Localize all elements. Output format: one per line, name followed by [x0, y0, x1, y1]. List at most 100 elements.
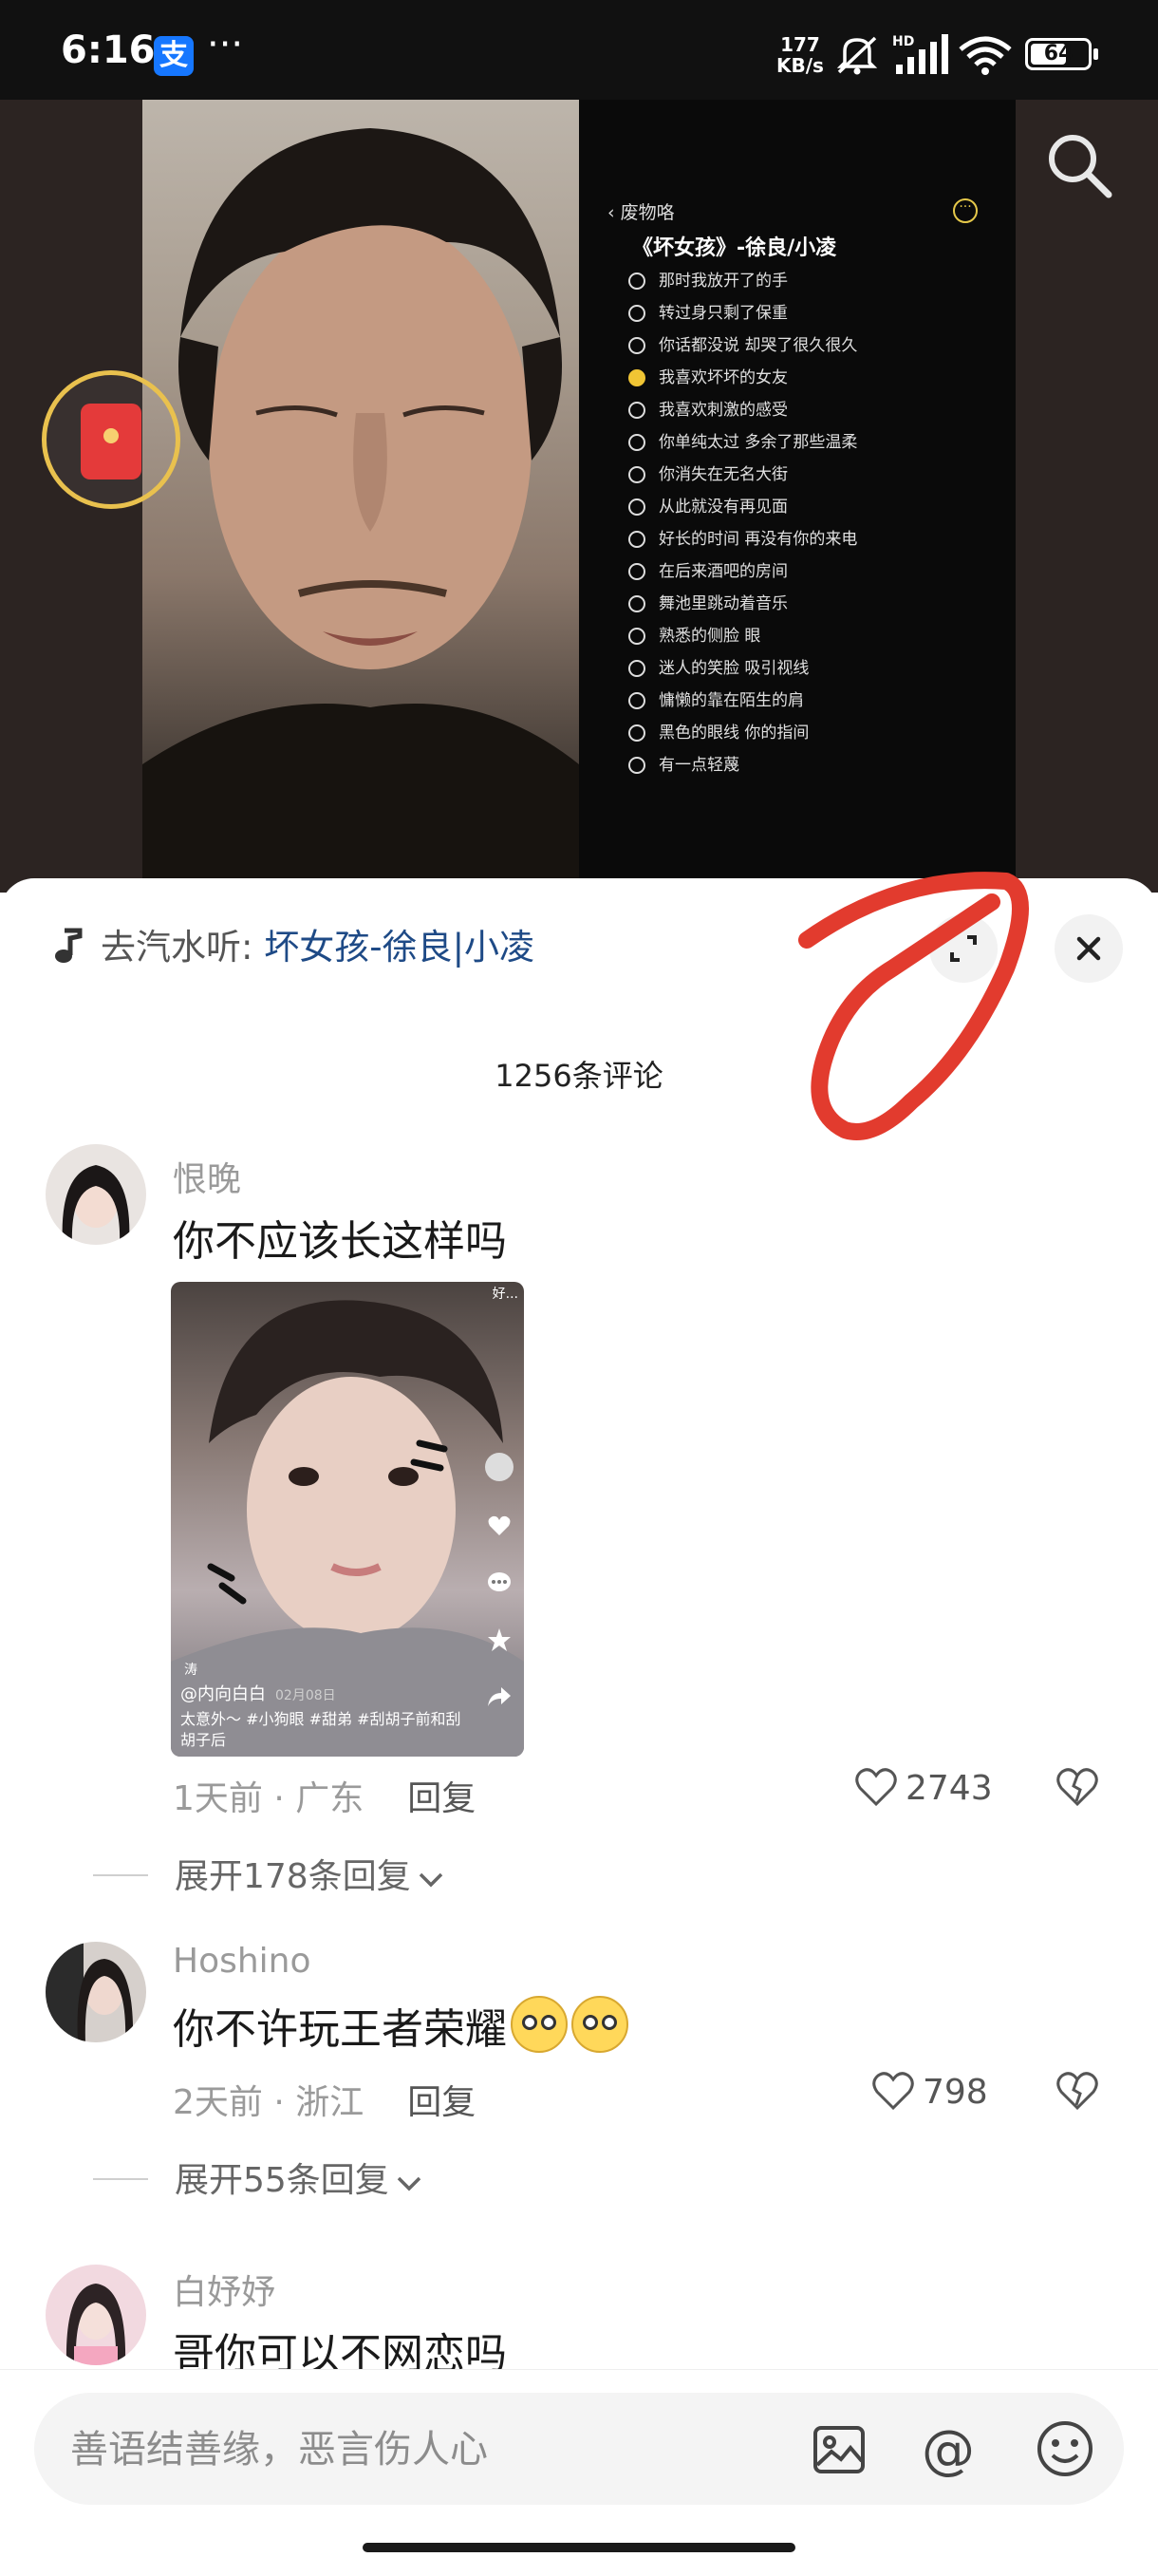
lyrics-panel: ‹ 废物咯 ··· 《坏女孩》-徐良/小凌 那时我放开了的手 转过身只剩了保重 你话… — [579, 100, 1016, 893]
comment-text: 你不应该长这样吗 — [173, 1217, 507, 1266]
like-button[interactable]: 798 — [871, 2071, 988, 2112]
lyric-line: 慵懒的靠在陌生的肩 — [628, 686, 804, 715]
lyric-line: 在后来酒吧的房间 — [628, 557, 788, 586]
lyric-line: 我喜欢刺激的感受 — [628, 396, 788, 424]
music-link-row[interactable]: 去汽水听: 坏女孩-徐良|小凌 — [51, 918, 534, 968]
at-mention-icon[interactable]: @ — [922, 2419, 975, 2481]
comment-meta: 2天前 · 浙江 回复 — [173, 2083, 476, 2122]
circle-icon — [628, 692, 645, 709]
avatar[interactable] — [46, 1942, 146, 2042]
comment-time: 1天前 — [173, 1779, 263, 1818]
expand-divider — [93, 1874, 148, 1876]
lyric-text: 好长的时间 再没有你的来电 — [659, 530, 858, 549]
embed-comment-icon — [487, 1570, 512, 1595]
image-icon[interactable] — [811, 2421, 868, 2478]
alipay-icon: 支 — [154, 36, 194, 76]
comment-author[interactable]: 白妤妤 — [173, 2265, 275, 2314]
lyric-line: 好长的时间 再没有你的来电 — [628, 525, 857, 554]
lyric-line: 转过身只剩了保重 — [628, 299, 788, 328]
lyric-line: 我喜欢坏坏的女友 — [628, 364, 788, 392]
comments-sheet: 去汽水听: 坏女孩-徐良|小凌 1256条评论 恨晚 你不应该长这样吗 好...… — [0, 878, 1158, 2575]
lyric-text: 迷人的笑脸 吸引视线 — [659, 659, 810, 678]
heart-icon — [872, 2072, 914, 2111]
comment-input[interactable] — [68, 2416, 812, 2484]
like-button[interactable]: 2743 — [854, 1767, 993, 1808]
circle-icon — [628, 628, 645, 645]
circle-icon — [628, 273, 645, 290]
search-icon[interactable] — [1044, 130, 1116, 202]
embed-author-handle: @内向白白 02月08日 — [180, 1684, 336, 1704]
embed-star-icon — [487, 1627, 512, 1652]
video-person-image — [142, 100, 579, 893]
music-prefix: 去汽水听: — [101, 927, 265, 968]
embed-share-icon — [487, 1684, 512, 1709]
lyric-text: 那时我放开了的手 — [659, 272, 788, 291]
lyric-line: 熟悉的侧脸 眼 — [628, 622, 760, 650]
embed-heart-icon — [487, 1514, 512, 1538]
reply-button[interactable]: 回复 — [407, 1779, 476, 1818]
wifi-icon — [959, 36, 1012, 75]
network-speed-value: 177 — [780, 33, 820, 56]
lyric-text: 从此就没有再见面 — [659, 498, 788, 517]
close-icon — [1076, 936, 1101, 961]
red-packet-coin — [103, 428, 119, 443]
expand-button[interactable] — [929, 914, 998, 983]
comment-author[interactable]: 恨晚 — [173, 1152, 241, 1201]
lyric-line: 你消失在无名大街 — [628, 461, 788, 489]
lyric-line: 那时我放开了的手 — [628, 267, 788, 295]
comment-input-box[interactable]: @ — [34, 2393, 1124, 2505]
heart-icon — [855, 1768, 897, 1807]
like-count: 798 — [923, 2073, 988, 2112]
avatar-image — [46, 2265, 146, 2365]
avatar[interactable] — [46, 1144, 146, 1245]
circle-icon — [628, 434, 645, 451]
close-button[interactable] — [1055, 914, 1123, 983]
comment-author[interactable]: Hoshino — [173, 1942, 311, 1981]
lyric-text: 黑色的眼线 你的指间 — [659, 724, 810, 743]
expand-replies-button[interactable]: 展开178条回复 — [93, 1849, 445, 1898]
music-note-icon — [55, 928, 83, 963]
video-frame[interactable]: ‹ 废物咯 ··· 《坏女孩》-徐良/小凌 那时我放开了的手 转过身只剩了保重 你话… — [142, 100, 1016, 893]
dislike-button[interactable] — [1055, 2071, 1099, 2115]
circle-icon — [628, 595, 645, 612]
video-player[interactable]: ‹ 废物咯 ··· 《坏女孩》-徐良/小凌 那时我放开了的手 转过身只剩了保重 你话… — [0, 100, 1158, 893]
lyric-text: 你话都没说 却哭了很久很久 — [659, 336, 858, 355]
avatar-image — [46, 1942, 146, 2042]
comment-location: 浙江 — [295, 2083, 364, 2122]
expand-replies-button[interactable]: 展开55条回复 — [93, 2153, 423, 2202]
avatar[interactable] — [46, 2265, 146, 2365]
mute-icon — [836, 36, 878, 75]
comment-count: 1256条评论 — [495, 1058, 663, 1094]
lyrics-back-link: ‹ 废物咯 — [607, 202, 675, 223]
emoji-icon — [571, 1996, 628, 2053]
expand-icon — [950, 935, 977, 962]
music-song-link[interactable]: 坏女孩-徐良|小凌 — [264, 927, 534, 968]
battery-percent: 64 — [1043, 42, 1074, 66]
embed-description: 太意外～ #小狗眼 #甜弟 #刮胡子前和刮胡子后 — [180, 1710, 461, 1749]
reply-button[interactable]: 回复 — [407, 2083, 476, 2122]
dislike-button[interactable] — [1055, 1767, 1099, 1811]
circle-icon — [628, 757, 645, 774]
lyric-text: 你消失在无名大街 — [659, 465, 788, 484]
embed-date: 02月08日 — [275, 1688, 336, 1703]
lyric-text: 我喜欢坏坏的女友 — [659, 368, 788, 387]
more-notifications-icon: ··· — [207, 23, 244, 66]
battery-icon: 64 — [1025, 38, 1098, 70]
emoji-icon — [511, 1996, 568, 2053]
home-indicator[interactable] — [363, 2543, 795, 2552]
embed-action-rail — [482, 1453, 516, 1741]
emoji-icon[interactable] — [1036, 2419, 1094, 2478]
comment-input-bar: @ — [0, 2369, 1158, 2576]
comment-time: 2天前 — [173, 2083, 263, 2122]
lyric-text: 有一点轻蔑 — [659, 756, 739, 775]
red-packet-icon[interactable] — [42, 370, 180, 509]
lyric-line: 有一点轻蔑 — [628, 751, 739, 780]
comment-video-embed[interactable]: 好... 涛 @内向白白 02月08日 太意外～ #小狗眼 #甜弟 #刮胡子前和刮… — [171, 1282, 524, 1757]
lyric-text: 舞池里跳动着音乐 — [659, 594, 788, 613]
circle-icon — [628, 531, 645, 548]
lyric-text: 我喜欢刺激的感受 — [659, 401, 788, 420]
circle-icon — [628, 337, 645, 354]
circle-icon — [628, 466, 645, 483]
circle-icon — [628, 305, 645, 322]
network-speed-unit: KB/s — [776, 54, 824, 77]
